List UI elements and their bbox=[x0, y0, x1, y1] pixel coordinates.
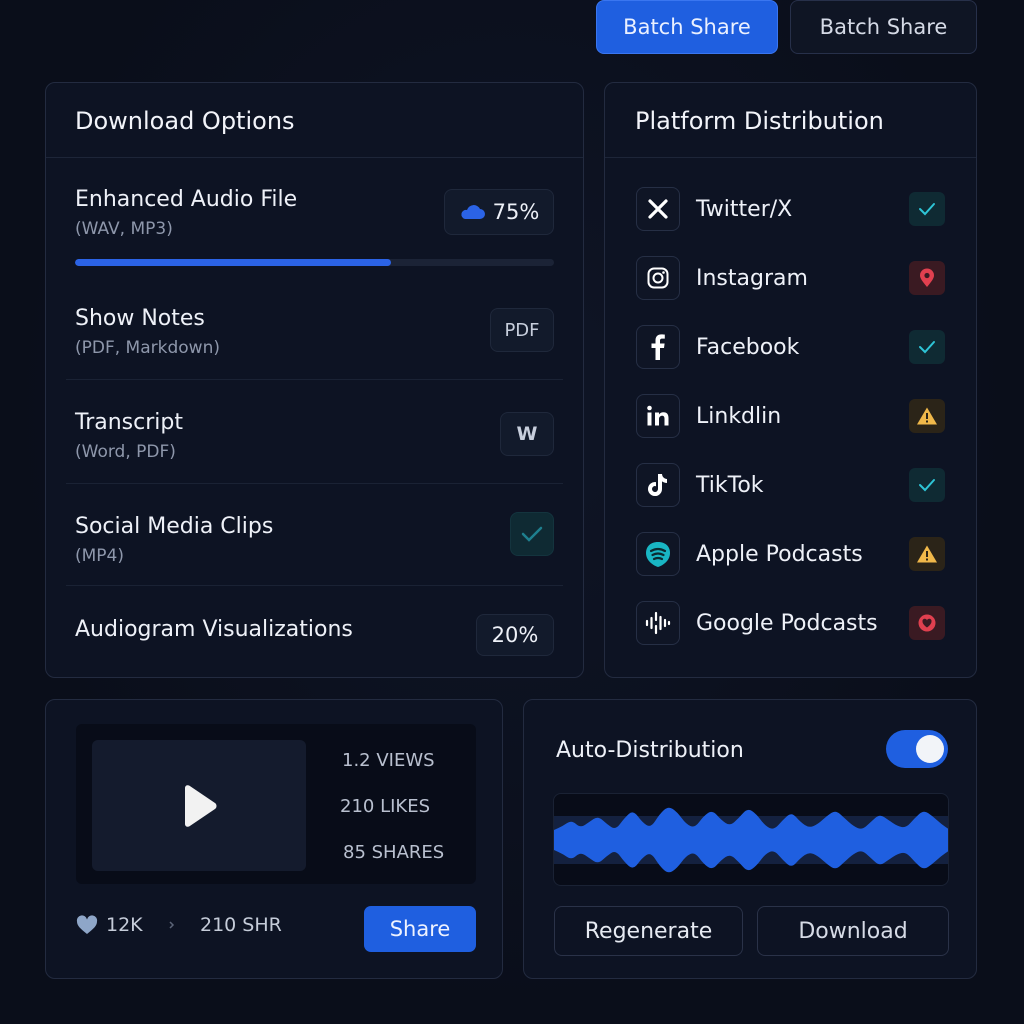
status-error-icon bbox=[909, 261, 945, 295]
platform-name: Facebook bbox=[696, 334, 800, 360]
download-item-name: Transcript bbox=[75, 410, 183, 435]
download-item-show-notes[interactable]: Show Notes (PDF, Markdown) PDF bbox=[75, 306, 554, 358]
tiktok-icon bbox=[636, 463, 680, 507]
status-ok-icon bbox=[909, 468, 945, 502]
pdf-badge[interactable]: PDF bbox=[490, 308, 554, 352]
platform-name: Apple Podcasts bbox=[696, 541, 863, 567]
batch-share-secondary-button[interactable]: Batch Share bbox=[790, 0, 977, 54]
download-item-audio[interactable]: Enhanced Audio File (WAV, MP3) 75% bbox=[75, 187, 554, 239]
audiogram-progress-badge: 20% bbox=[476, 614, 554, 656]
platform-name: Instagram bbox=[696, 265, 808, 291]
app-root: Batch Share Batch Share Download Options… bbox=[0, 0, 1024, 1024]
platform-row-twitter[interactable]: Twitter/X bbox=[636, 186, 945, 232]
download-item-name: Social Media Clips bbox=[75, 514, 274, 539]
platform-name: TikTok bbox=[696, 472, 764, 498]
shr-stat: 210 SHR bbox=[168, 914, 282, 936]
download-button[interactable]: Download bbox=[757, 906, 949, 956]
audio-progress-fill bbox=[75, 259, 392, 266]
batch-share-primary-button[interactable]: Batch Share bbox=[596, 0, 778, 54]
status-warning-icon bbox=[909, 537, 945, 571]
social-clips-status-badge[interactable] bbox=[510, 512, 554, 556]
divider bbox=[605, 157, 976, 158]
platform-row-linkedin[interactable]: Linkdlin bbox=[636, 393, 945, 439]
video-stats-card: 1.2 VIEWS 210 LIKES 85 SHARES 12K 210 SH… bbox=[45, 699, 503, 979]
heart-icon bbox=[76, 915, 98, 934]
divider bbox=[46, 157, 583, 158]
chevron-right-icon bbox=[169, 921, 175, 929]
apple-podcasts-icon bbox=[636, 532, 680, 576]
download-item-audiogram[interactable]: Audiogram Visualizations 20% bbox=[75, 614, 554, 656]
audio-progress-value: 75% bbox=[492, 200, 540, 224]
divider bbox=[66, 483, 563, 484]
auto-distribution-toggle[interactable] bbox=[886, 730, 948, 768]
status-warning-icon bbox=[909, 399, 945, 433]
play-icon[interactable] bbox=[179, 784, 219, 828]
auto-distribution-title: Auto-Distribution bbox=[556, 738, 744, 763]
word-badge[interactable]: W bbox=[500, 412, 554, 456]
download-item-social-clips[interactable]: Social Media Clips (MP4) bbox=[75, 512, 554, 566]
audio-progress-bar bbox=[75, 259, 554, 266]
download-item-formats: (MP4) bbox=[75, 546, 124, 566]
download-item-name: Show Notes bbox=[75, 306, 205, 331]
platform-name: Twitter/X bbox=[696, 196, 793, 222]
download-item-transcript[interactable]: Transcript (Word, PDF) W bbox=[75, 410, 554, 462]
platform-row-facebook[interactable]: Facebook bbox=[636, 324, 945, 370]
divider bbox=[66, 585, 563, 586]
platform-name: Google Podcasts bbox=[696, 610, 878, 636]
auto-distribution-card: Auto-Distribution Regenerate Download bbox=[523, 699, 977, 979]
platform-row-instagram[interactable]: Instagram bbox=[636, 255, 945, 301]
platform-distribution-card: Platform Distribution Twitter/X Instagra… bbox=[604, 82, 977, 678]
waveform-graphic bbox=[554, 807, 948, 873]
download-item-formats: (PDF, Markdown) bbox=[75, 338, 220, 358]
check-icon bbox=[521, 526, 543, 542]
platform-distribution-title: Platform Distribution bbox=[635, 107, 884, 135]
google-podcasts-icon bbox=[636, 601, 680, 645]
heart-stat: 12K bbox=[76, 914, 143, 936]
platform-row-google-podcasts[interactable]: Google Podcasts bbox=[636, 600, 945, 646]
status-ok-icon bbox=[909, 192, 945, 226]
platform-row-tiktok[interactable]: TikTok bbox=[636, 462, 945, 508]
platform-name: Linkdlin bbox=[696, 403, 782, 429]
status-error-icon bbox=[909, 606, 945, 640]
regenerate-button[interactable]: Regenerate bbox=[554, 906, 743, 956]
facebook-icon bbox=[636, 325, 680, 369]
video-preview-panel: 1.2 VIEWS 210 LIKES 85 SHARES bbox=[76, 724, 476, 884]
platform-row-apple-podcasts[interactable]: Apple Podcasts bbox=[636, 531, 945, 577]
download-options-title: Download Options bbox=[75, 107, 295, 135]
shares-count: 85 SHARES bbox=[343, 842, 445, 863]
shr-count: 210 SHR bbox=[200, 914, 282, 936]
linkedin-icon bbox=[636, 394, 680, 438]
likes-count: 210 LIKES bbox=[340, 796, 431, 817]
audio-waveform bbox=[553, 793, 949, 886]
heart-count: 12K bbox=[106, 914, 143, 936]
divider bbox=[66, 379, 563, 380]
audio-progress-badge: 75% bbox=[444, 189, 554, 235]
instagram-icon bbox=[636, 256, 680, 300]
share-button[interactable]: Share bbox=[364, 906, 476, 952]
x-icon bbox=[636, 187, 680, 231]
video-thumbnail[interactable] bbox=[92, 740, 306, 871]
download-item-formats: (Word, PDF) bbox=[75, 442, 176, 462]
cloud-icon bbox=[461, 205, 485, 219]
toggle-knob bbox=[916, 735, 944, 763]
status-ok-icon bbox=[909, 330, 945, 364]
views-count: 1.2 VIEWS bbox=[342, 750, 435, 771]
download-options-card: Download Options Enhanced Audio File (WA… bbox=[45, 82, 584, 678]
